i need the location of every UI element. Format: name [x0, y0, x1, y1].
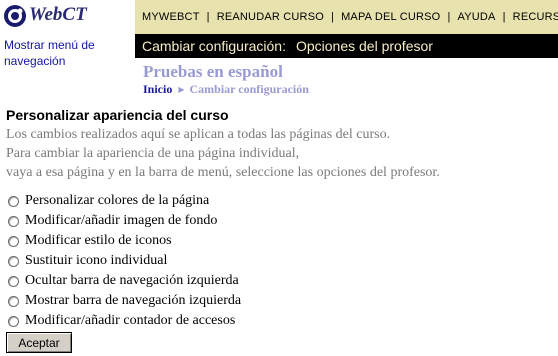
- option-background-image[interactable]: Modificar/añadir imagen de fondo: [8, 211, 241, 231]
- radio-button[interactable]: [8, 295, 19, 307]
- page-title-label: Cambiar configuración:: [142, 38, 286, 54]
- section-description: Los cambios realizados aquí se aplican a…: [6, 125, 554, 182]
- option-hide-left-navbar[interactable]: Ocultar barra de navegación izquierda: [8, 271, 241, 291]
- option-label: Modificar/añadir imagen de fondo: [25, 213, 218, 228]
- description-line: vaya a esa página y en la barra de menú,…: [6, 165, 440, 180]
- option-label: Modificar/añadir contador de accesos: [25, 313, 236, 328]
- radio-button[interactable]: [8, 255, 19, 267]
- section-heading: Personalizar apariencia del curso: [6, 107, 229, 123]
- option-label: Sustituir icono individual: [25, 253, 168, 268]
- option-replace-individual-icon[interactable]: Sustituir icono individual: [8, 251, 241, 271]
- options-radio-group: Personalizar colores de la página Modifi…: [8, 191, 241, 331]
- radio-button[interactable]: [8, 315, 19, 327]
- radio-button[interactable]: [8, 235, 19, 247]
- radio-button[interactable]: [8, 195, 19, 207]
- nav-reanudar-curso[interactable]: REANUDAR CURSO: [210, 11, 331, 23]
- breadcrumb: Inicio ▶ Cambiar configuración: [143, 82, 309, 97]
- option-label: Ocultar barra de navegación izquierda: [25, 273, 239, 288]
- webct-logo-text: WebCT: [29, 4, 87, 25]
- course-title: Pruebas en español: [143, 62, 283, 81]
- nav-ayuda[interactable]: AYUDA: [451, 11, 503, 23]
- webct-logo-icon: [4, 5, 26, 27]
- page-title-value: Opciones del profesor: [295, 38, 433, 54]
- page-title-bar: Cambiar configuración: Opciones del profe…: [135, 34, 558, 58]
- show-navigation-menu-link[interactable]: Mostrar menú de navegación: [4, 37, 130, 69]
- option-show-left-navbar[interactable]: Mostrar barra de navegación izquierda: [8, 291, 241, 311]
- nav-recursos[interactable]: RECURSOS: [506, 11, 558, 23]
- breadcrumb-arrow-icon: ▶: [178, 85, 185, 94]
- option-label: Mostrar barra de navegación izquierda: [25, 293, 242, 308]
- nav-mapa-del-curso[interactable]: MAPA DEL CURSO: [334, 11, 447, 23]
- option-access-counter[interactable]: Modificar/añadir contador de accesos: [8, 311, 241, 331]
- nav-mywebct[interactable]: MYWEBCT: [135, 11, 207, 23]
- radio-button[interactable]: [8, 215, 19, 227]
- description-line: Para cambiar la apariencia de una página…: [6, 146, 300, 161]
- option-icon-style[interactable]: Modificar estilo de iconos: [8, 231, 241, 251]
- webct-logo[interactable]: WebCT: [0, 0, 135, 34]
- breadcrumb-home-link[interactable]: Inicio: [143, 82, 172, 96]
- breadcrumb-current: Cambiar configuración: [189, 82, 309, 96]
- option-customize-page-colors[interactable]: Personalizar colores de la página: [8, 191, 241, 211]
- option-label: Personalizar colores de la página: [25, 193, 210, 208]
- radio-button[interactable]: [8, 275, 19, 287]
- top-navigation-bar: MYWEBCT | REANUDAR CURSO | MAPA DEL CURS…: [135, 0, 558, 34]
- description-line: Los cambios realizados aquí se aplican a…: [6, 127, 391, 142]
- option-label: Modificar estilo de iconos: [25, 233, 172, 248]
- accept-button[interactable]: Aceptar: [6, 332, 72, 353]
